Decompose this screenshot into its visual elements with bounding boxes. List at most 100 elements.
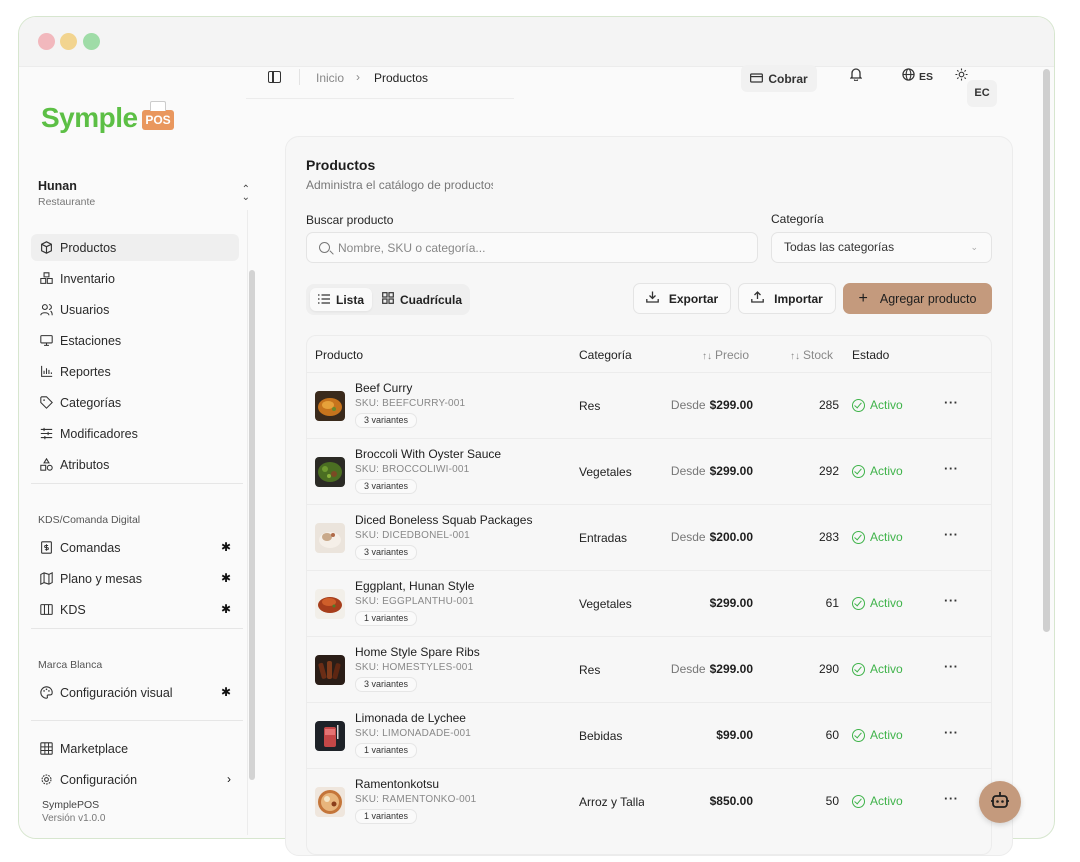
product-name[interactable]: Eggplant, Hunan Style <box>355 579 474 593</box>
language-label[interactable]: ES <box>919 71 933 83</box>
sidebar-item-categorias[interactable]: Categorías <box>31 389 239 416</box>
row-actions-button[interactable]: ··· <box>944 527 959 542</box>
sliders-icon <box>39 427 53 441</box>
sidebar-item-kds[interactable]: KDS ✱ <box>31 596 239 623</box>
sort-icon: ↑↓ <box>790 351 800 362</box>
product-name[interactable]: Limonada de Lychee <box>355 711 466 725</box>
sidebar-item-atributos[interactable]: Atributos <box>31 451 239 478</box>
search-icon <box>319 242 330 253</box>
product-price: $99.00 <box>712 728 753 742</box>
sidebar-item-productos[interactable]: Productos <box>31 234 239 261</box>
product-name[interactable]: Broccoli With Oyster Sauce <box>355 447 501 461</box>
topbar-divider <box>246 98 514 99</box>
sidebar-scroll-track <box>247 210 248 835</box>
row-actions-button[interactable]: ··· <box>944 791 959 806</box>
col-header-stock[interactable]: ↑↓ Stock <box>790 348 833 362</box>
import-button[interactable]: Importar <box>738 283 836 314</box>
product-name[interactable]: Home Style Spare Ribs <box>355 645 480 659</box>
sidebar-item-label: Marketplace <box>60 741 129 756</box>
maximize-window-button[interactable] <box>83 33 100 50</box>
sidebar: Symple POS Hunan Restaurante ⌃ ⌄ Producto… <box>19 68 265 838</box>
grid-icon <box>39 742 53 756</box>
category-select[interactable]: Todas las categorías ⌄ <box>771 232 992 263</box>
product-name[interactable]: Ramentonkotsu <box>355 777 439 791</box>
workspace-switcher[interactable]: Hunan Restaurante ⌃ ⌄ <box>38 179 250 209</box>
table-row[interactable]: Limonada de Lychee SKU: LIMONADADE-001 1… <box>307 702 991 768</box>
breadcrumb-current: Productos <box>374 71 429 85</box>
sidebar-item-marketplace[interactable]: Marketplace <box>31 735 239 762</box>
upload-icon <box>751 291 765 306</box>
table-row[interactable]: Eggplant, Hunan Style SKU: EGGPLANTHU-00… <box>307 570 991 636</box>
table-row[interactable]: Diced Boneless Squab Packages SKU: DICED… <box>307 504 991 570</box>
bell-icon[interactable] <box>849 68 863 84</box>
minimize-window-button[interactable] <box>60 33 77 50</box>
check-circle-icon <box>852 530 865 544</box>
price-value: $299.00 <box>709 596 753 610</box>
table-row[interactable]: Ramentonkotsu SKU: RAMENTONKO-001 1 vari… <box>307 768 991 834</box>
monitor-icon <box>39 334 53 348</box>
view-toggle: Lista Cuadrícula <box>306 284 470 315</box>
search-label: Buscar producto <box>306 213 394 227</box>
sidebar-item-label: Modificadores <box>60 426 138 441</box>
product-thumbnail <box>315 391 345 421</box>
main-scrollbar[interactable] <box>1043 69 1050 632</box>
variants-badge: 1 variantes <box>355 809 418 824</box>
category-select-value: Todas las categorías <box>784 240 895 254</box>
sidebar-item-label: Usuarios <box>60 302 110 317</box>
check-circle-icon <box>852 596 865 610</box>
search-input[interactable] <box>338 233 748 262</box>
status-badge: Activo <box>852 398 903 412</box>
row-actions-button[interactable]: ··· <box>944 593 959 608</box>
cobrar-button[interactable]: Cobrar <box>741 65 817 92</box>
sun-icon[interactable] <box>955 68 968 84</box>
breadcrumb-home[interactable]: Inicio <box>316 71 344 85</box>
sidebar-item-configuracion-visual[interactable]: Configuración visual ✱ <box>31 679 239 706</box>
sidebar-item-comandas[interactable]: Comandas ✱ <box>31 534 239 561</box>
product-thumbnail <box>315 787 345 817</box>
table-row[interactable]: Home Style Spare Ribs SKU: HOMESTYLES-00… <box>307 636 991 702</box>
export-button[interactable]: Exportar <box>633 283 731 314</box>
assistant-button[interactable] <box>979 781 1021 823</box>
row-actions-button[interactable]: ··· <box>944 461 959 476</box>
row-actions-button[interactable]: ··· <box>944 725 959 740</box>
sidebar-toggle-icon[interactable] <box>268 71 281 83</box>
product-thumbnail <box>315 523 345 553</box>
status-label: Activo <box>870 464 903 478</box>
sidebar-item-usuarios[interactable]: Usuarios <box>31 296 239 323</box>
product-category: Vegetales <box>579 465 632 479</box>
chevron-down-icon: ⌄ <box>970 242 978 252</box>
col-header-price[interactable]: ↑↓ Precio <box>702 348 749 362</box>
sidebar-scrollbar[interactable] <box>249 270 255 780</box>
globe-icon[interactable] <box>902 68 915 84</box>
puzzle-icon: ✱ <box>220 571 231 585</box>
sidebar-item-reportes[interactable]: Reportes <box>31 358 239 385</box>
sidebar-item-estaciones[interactable]: Estaciones <box>31 327 239 354</box>
table-row[interactable]: Beef Curry SKU: BEEFCURRY-001 3 variante… <box>307 372 991 438</box>
add-product-label: Agregar producto <box>879 291 977 306</box>
section-label-marca-blanca: Marca Blanca <box>38 659 103 671</box>
variants-badge: 1 variantes <box>355 611 418 626</box>
product-stock: 285 <box>818 398 839 412</box>
download-icon <box>645 291 659 306</box>
row-actions-button[interactable]: ··· <box>944 395 959 410</box>
footer-app-name: SymplePOS <box>42 799 100 811</box>
product-sku: SKU: BEEFCURRY-001 <box>355 398 466 409</box>
sidebar-item-modificadores[interactable]: Modificadores <box>31 420 239 447</box>
product-name[interactable]: Beef Curry <box>355 381 412 395</box>
close-window-button[interactable] <box>38 33 55 50</box>
product-name[interactable]: Diced Boneless Squab Packages <box>355 513 532 527</box>
sidebar-item-plano-y-mesas[interactable]: Plano y mesas ✱ <box>31 565 239 592</box>
page-subtitle: Administra el catálogo de productos <box>306 178 493 192</box>
products-table: Producto Categoría ↑↓ Precio ↑↓ Stock Esta… <box>306 335 992 855</box>
search-field[interactable] <box>306 232 758 263</box>
product-sku: SKU: HOMESTYLES-001 <box>355 662 474 673</box>
row-actions-button[interactable]: ··· <box>944 659 959 674</box>
brand-logo[interactable]: Symple <box>41 102 138 134</box>
user-avatar[interactable]: EC <box>967 80 997 107</box>
add-product-button[interactable]: + Agregar producto <box>843 283 992 314</box>
sidebar-item-inventario[interactable]: Inventario <box>31 265 239 292</box>
view-grid-button[interactable]: Cuadrícula <box>374 288 470 311</box>
sidebar-item-configuracion[interactable]: Configuración › <box>31 766 239 793</box>
table-row[interactable]: Broccoli With Oyster Sauce SKU: BROCCOLI… <box>307 438 991 504</box>
view-list-button[interactable]: Lista <box>310 288 373 311</box>
